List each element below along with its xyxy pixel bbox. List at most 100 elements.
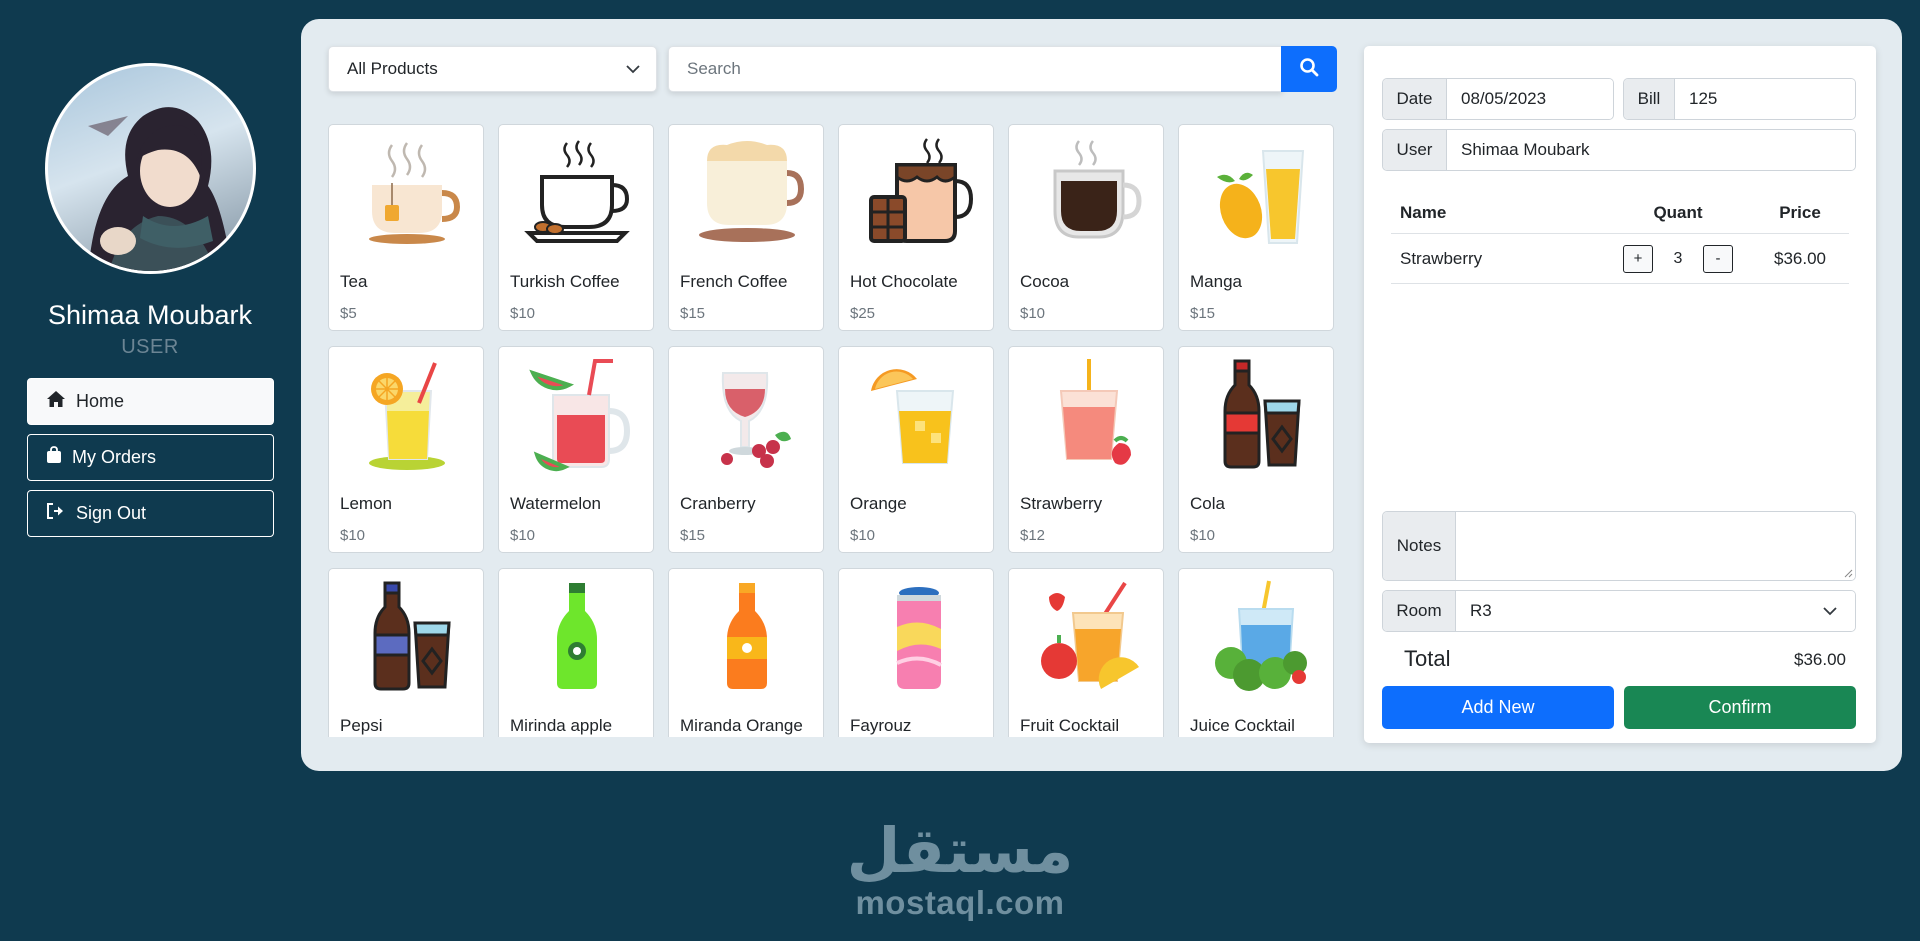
product-name: Pepsi [340, 716, 383, 735]
soda-can-icon [896, 587, 942, 689]
brand-arabic: مستقل [846, 814, 1074, 887]
product-name: French Coffee [680, 272, 788, 291]
product-name: Mirinda apple [510, 716, 613, 735]
product-card[interactable]: Lemon $10 [328, 346, 484, 553]
order-table: Name Quant Price Strawberry + 3 - $36.00 [1391, 192, 1849, 284]
coffee-cup-icon [524, 140, 630, 243]
total-value: $36.00 [1794, 650, 1846, 669]
product-card[interactable]: Cola $10 [1178, 346, 1334, 553]
hot-chocolate-icon [869, 138, 974, 243]
product-name: Fayrouz [850, 716, 912, 735]
room-select[interactable]: Room R3 [1382, 590, 1856, 632]
bill-field[interactable]: Bill 125 [1623, 78, 1856, 120]
product-card[interactable]: Miranda Orange [668, 568, 824, 737]
product-price: $10 [510, 527, 536, 544]
user-role: USER [121, 336, 179, 358]
watermelon-juice-icon [529, 359, 631, 472]
notes-label: Notes [1383, 512, 1456, 580]
product-card[interactable]: Fruit Cocktail [1008, 568, 1164, 737]
nav-home-label: Home [76, 391, 125, 411]
product-grid: Tea $5 Turkish Coffee $10 French Coffee … [328, 124, 1338, 737]
notes-field[interactable]: Notes [1382, 511, 1856, 581]
chevron-down-icon [1823, 601, 1855, 621]
nav-my-orders-button[interactable]: My Orders [27, 434, 274, 481]
total-label: Total [1404, 646, 1451, 671]
sidebar: Shimaa Moubark USER Home My Orders Sign … [0, 0, 300, 941]
room-value: R3 [1470, 601, 1492, 620]
quantity-value[interactable]: 3 [1653, 245, 1703, 273]
product-price: $5 [340, 305, 357, 322]
date-label: Date [1383, 79, 1447, 119]
user-field[interactable]: User Shimaa Moubark [1382, 129, 1856, 171]
product-name: Cocoa [1020, 272, 1070, 291]
product-card[interactable]: Mirinda apple [498, 568, 654, 737]
fruit-cocktail-icon [1041, 581, 1139, 689]
product-card[interactable]: Pepsi [328, 568, 484, 737]
product-card[interactable]: Watermelon $10 [498, 346, 654, 553]
product-card[interactable]: French Coffee $15 [668, 124, 824, 331]
user-label: User [1383, 130, 1447, 170]
item-price: $36.00 [1774, 248, 1826, 268]
product-price: $15 [680, 527, 706, 544]
search-button[interactable] [1281, 46, 1337, 92]
product-card[interactable]: Cranberry $15 [668, 346, 824, 553]
add-new-button[interactable]: Add New [1382, 686, 1614, 729]
date-value: 08/05/2023 [1447, 79, 1613, 119]
sign-out-icon [46, 502, 76, 525]
resize-handle-icon[interactable] [1843, 568, 1853, 578]
product-card[interactable]: Tea $5 [328, 124, 484, 331]
orange-juice-icon [871, 369, 955, 464]
product-name: Cranberry [680, 494, 756, 513]
product-price: $15 [1190, 305, 1216, 322]
category-select[interactable]: All Products [328, 46, 657, 92]
orange-soda-icon [727, 583, 767, 689]
order-panel: Date 08/05/2023 Bill 125 User Shimaa Mou… [1364, 46, 1876, 743]
lemonade-icon [369, 362, 445, 470]
product-card[interactable]: Turkish Coffee $10 [498, 124, 654, 331]
product-price: $10 [1020, 305, 1046, 322]
table-row: Strawberry + 3 - $36.00 [1391, 234, 1849, 284]
product-card[interactable]: Fayrouz [838, 568, 994, 737]
search-input[interactable] [668, 46, 1283, 92]
user-value: Shimaa Moubark [1447, 130, 1855, 170]
product-name: Orange [850, 494, 907, 513]
bill-label: Bill [1624, 79, 1675, 119]
bill-value: 125 [1675, 79, 1855, 119]
product-name: Miranda Orange [680, 716, 803, 735]
notes-textarea[interactable] [1456, 512, 1855, 580]
nav-home-button[interactable]: Home [27, 378, 274, 425]
tea-cup-icon [369, 142, 461, 244]
product-price: $12 [1020, 527, 1046, 544]
product-price: $10 [1190, 527, 1216, 544]
product-card[interactable]: Orange $10 [838, 346, 994, 553]
product-price: $25 [850, 305, 876, 322]
decrement-button[interactable]: - [1703, 244, 1733, 273]
chevron-down-icon [626, 59, 640, 79]
cranberry-drink-icon [721, 372, 791, 468]
product-name: Hot Chocolate [850, 272, 958, 291]
brand-watermark: مستقل mostaql.com [760, 820, 1160, 922]
product-card[interactable]: Hot Chocolate $25 [838, 124, 994, 331]
product-card[interactable]: Manga $15 [1178, 124, 1334, 331]
search-icon [1299, 57, 1319, 82]
nav-sign-out-button[interactable]: Sign Out [27, 490, 274, 537]
item-name: Strawberry [1400, 248, 1483, 268]
product-price: $10 [340, 527, 366, 544]
product-name: Turkish Coffee [510, 272, 620, 291]
date-field[interactable]: Date 08/05/2023 [1382, 78, 1614, 120]
confirm-button[interactable]: Confirm [1624, 686, 1856, 729]
increment-button[interactable]: + [1623, 244, 1653, 273]
pepsi-bottle-icon [373, 581, 451, 691]
column-name: Name [1400, 202, 1447, 222]
product-card[interactable]: Juice Cocktail [1178, 568, 1334, 737]
product-card[interactable]: Strawberry $12 [1008, 346, 1164, 553]
home-icon [46, 390, 76, 413]
room-label: Room [1383, 591, 1456, 631]
column-price: Price [1779, 202, 1821, 222]
product-card[interactable]: Cocoa $10 [1008, 124, 1164, 331]
strawberry-juice-icon [1059, 359, 1131, 465]
avatar [45, 63, 256, 274]
product-name: Tea [340, 272, 368, 291]
nav-my-orders-label: My Orders [72, 447, 157, 467]
quantity-stepper: + 3 - [1605, 244, 1751, 273]
